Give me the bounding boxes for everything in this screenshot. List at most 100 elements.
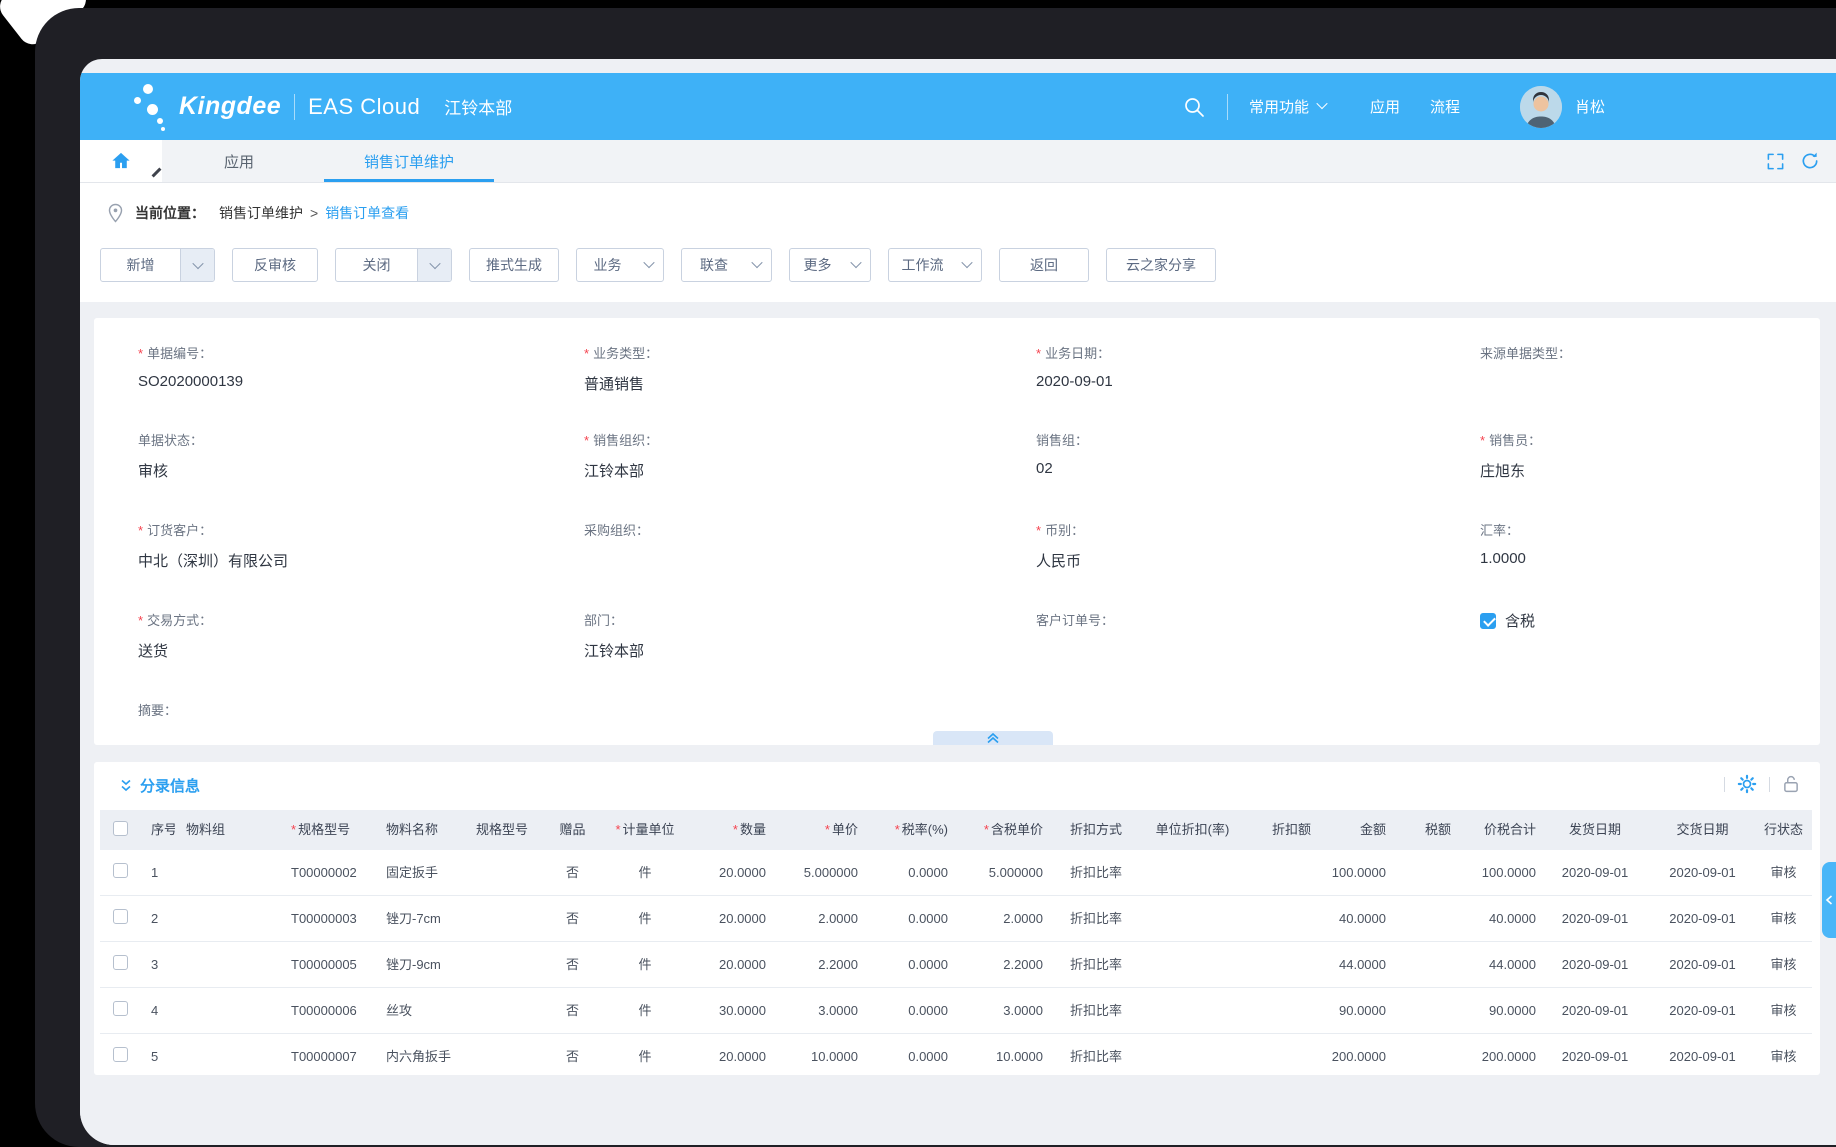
table-cell: 折扣比率 — [1047, 957, 1145, 973]
side-panel-toggle[interactable] — [1822, 862, 1836, 938]
table-cell: 2.0000 — [952, 911, 1047, 927]
table-cell: 件 — [595, 911, 695, 927]
table-cell: 3 — [140, 957, 175, 973]
fullscreen-icon[interactable] — [1766, 152, 1785, 171]
user-name[interactable]: 肖松 — [1575, 96, 1605, 117]
action-band: 当前位置： 销售订单维护 > 销售订单查看 新增反审核关闭推式生成业务联查更多工… — [80, 183, 1836, 302]
menu-label: 流程 — [1430, 96, 1460, 117]
toolbar-button-6[interactable]: 联查 — [681, 248, 772, 282]
refresh-icon[interactable] — [1800, 151, 1820, 171]
field-value: 庄旭东 — [1480, 460, 1836, 481]
menu-label: 常用功能 — [1249, 96, 1309, 117]
toolbar-button-10[interactable]: 云之家分享 — [1106, 248, 1216, 282]
form-field: *销售组织：江铃本部 — [584, 430, 1004, 481]
field-label: *销售组织： — [584, 430, 1004, 449]
table-cell: 20.0000 — [695, 1049, 770, 1065]
column-header: 单位折扣(率) — [1145, 822, 1240, 838]
table-cell: 3.0000 — [952, 1003, 1047, 1019]
toolbar-button-1[interactable]: 新增 — [100, 248, 215, 282]
table-cell: 折扣比率 — [1047, 911, 1145, 927]
toolbar-button-4[interactable]: 推式生成 — [469, 248, 559, 282]
toolbar-button-3[interactable]: 关闭 — [335, 248, 452, 282]
table-cell: 4 — [140, 1003, 175, 1019]
entry-table: 序号物料组*规格型号物料名称规格型号赠品*计量单位*数量*单价*税率(%)*含税… — [100, 810, 1812, 1075]
row-checkbox[interactable] — [113, 1047, 128, 1062]
field-label: 销售组： — [1036, 430, 1456, 449]
toolbar-button-label: 推式生成 — [470, 255, 558, 275]
field-value: 人民币 — [1036, 550, 1456, 571]
toolbar-split-dropdown[interactable] — [417, 249, 451, 281]
form-field: *业务日期：2020-09-01 — [1036, 343, 1456, 390]
table-cell: 审核 — [1755, 865, 1812, 881]
select-all-checkbox[interactable] — [113, 821, 128, 836]
kingdee-logo-icon — [134, 81, 170, 133]
entry-title[interactable]: 分录信息 — [120, 775, 200, 796]
column-header: 税额 — [1390, 822, 1455, 838]
table-cell: 5.000000 — [770, 865, 862, 881]
table-cell: 否 — [550, 865, 595, 881]
field-label: *销售员： — [1480, 430, 1836, 449]
table-cell: 100.0000 — [1455, 865, 1540, 881]
home-tab[interactable] — [80, 140, 162, 182]
header-menu-3[interactable]: 流程 — [1430, 96, 1460, 117]
form-field: *单据编号：SO2020000139 — [138, 343, 558, 390]
toolbar-button-9[interactable]: 返回 — [999, 248, 1089, 282]
toolbar-button-label: 返回 — [1000, 255, 1088, 275]
row-checkbox[interactable] — [113, 909, 128, 924]
user-avatar[interactable] — [1520, 86, 1562, 128]
field-label: *业务日期： — [1036, 343, 1456, 362]
row-checkbox[interactable] — [113, 1001, 128, 1016]
table-cell: 2.2000 — [770, 957, 862, 973]
table-cell: 2020-09-01 — [1540, 911, 1650, 927]
field-value: 02 — [1036, 460, 1456, 477]
search-icon[interactable] — [1182, 95, 1206, 119]
toolbar-button-7[interactable]: 更多 — [789, 248, 871, 282]
toolbar-button-2[interactable]: 反审核 — [232, 248, 318, 282]
table-cell: 0.0000 — [862, 1003, 952, 1019]
table-cell: 锉刀-7cm — [375, 911, 465, 927]
field-label: 来源单据类型： — [1480, 343, 1836, 362]
breadcrumb-parent[interactable]: 销售订单维护 — [219, 203, 303, 223]
table-cell — [100, 909, 140, 928]
tab-applications[interactable]: 应用 — [176, 140, 302, 182]
row-checkbox[interactable] — [113, 955, 128, 970]
lock-icon[interactable] — [1782, 774, 1800, 794]
table-cell: T00000007 — [280, 1049, 375, 1065]
table-cell: 2020-09-01 — [1650, 911, 1755, 927]
collapse-form-button[interactable] — [933, 731, 1053, 745]
form-field: *业务类型：普通销售 — [584, 343, 1004, 394]
table-cell: 否 — [550, 1003, 595, 1019]
table-cell: 折扣比率 — [1047, 1049, 1145, 1065]
table-cell: 固定扳手 — [375, 865, 465, 881]
toolbar-button-8[interactable]: 工作流 — [888, 248, 982, 282]
chevron-down-icon — [961, 256, 972, 267]
form-field: 客户订单号： — [1036, 610, 1456, 640]
header-menu-2[interactable]: 应用 — [1370, 96, 1400, 117]
row-checkbox[interactable] — [113, 863, 128, 878]
gear-icon[interactable] — [1737, 774, 1757, 794]
chevron-down-icon — [429, 258, 440, 269]
tab-sales-order-maintenance[interactable]: 销售订单维护 — [324, 140, 494, 182]
form-field: *币别：人民币 — [1036, 520, 1456, 571]
table-cell: 2020-09-01 — [1540, 1003, 1650, 1019]
table-cell: T00000005 — [280, 957, 375, 973]
table-cell: 2020-09-01 — [1650, 865, 1755, 881]
form-field: 来源单据类型： — [1480, 343, 1836, 373]
required-star: * — [1036, 346, 1041, 361]
table-cell: 件 — [595, 957, 695, 973]
header-menu-1[interactable]: 常用功能 — [1249, 96, 1326, 117]
toolbar-split-dropdown[interactable] — [180, 249, 214, 281]
form-field: 摘要： — [138, 700, 558, 730]
table-cell: 5 — [140, 1049, 175, 1065]
table-cell: 2020-09-01 — [1540, 1049, 1650, 1065]
toolbar-button-label: 联查 — [682, 255, 746, 275]
tax-included-checkbox[interactable] — [1480, 613, 1496, 629]
column-header: 赠品 — [550, 822, 595, 838]
field-label: 单据状态： — [138, 430, 558, 449]
toolbar-button-5[interactable]: 业务 — [576, 248, 664, 282]
page-body: *单据编号：SO2020000139*业务类型：普通销售*业务日期：2020-0… — [80, 302, 1836, 1145]
table-cell: 1 — [140, 865, 175, 881]
column-header: *单价 — [770, 822, 862, 838]
table-cell: 40.0000 — [1455, 911, 1540, 927]
table-cell: T00000003 — [280, 911, 375, 927]
